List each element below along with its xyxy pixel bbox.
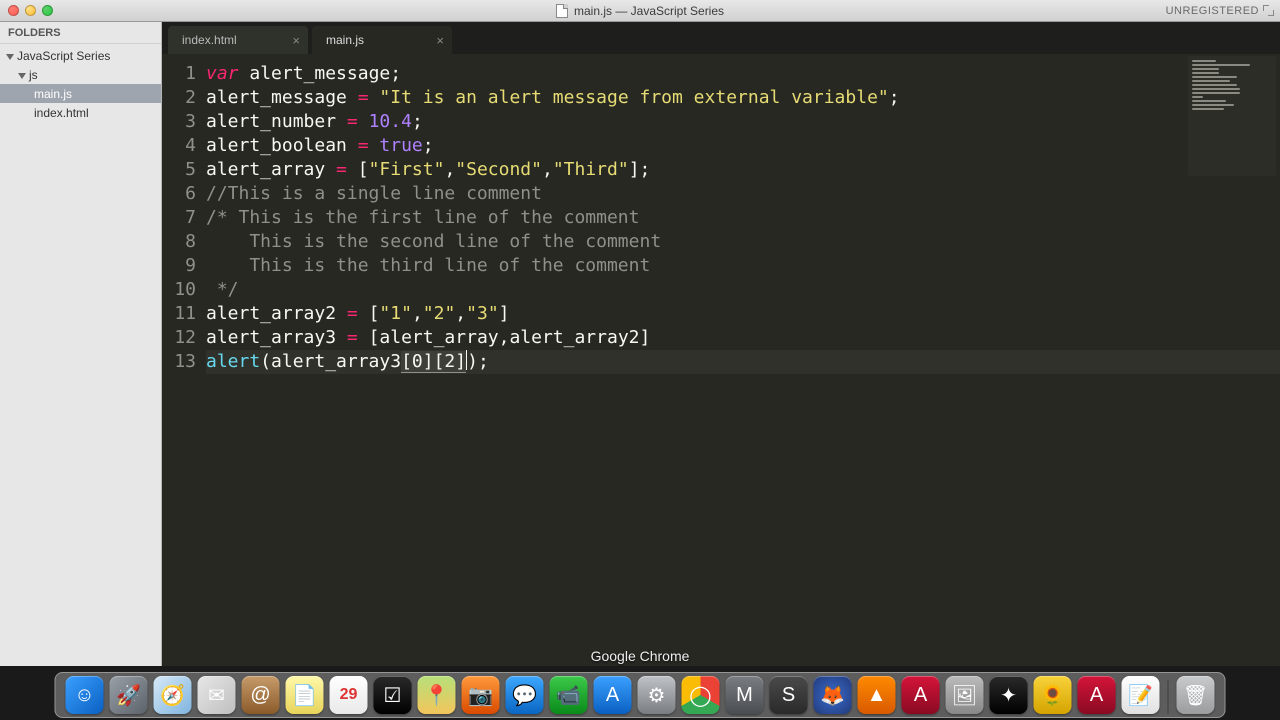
window-title: main.js — JavaScript Series xyxy=(556,4,724,18)
line-number-gutter: 12345678910111213 xyxy=(162,54,206,666)
dock-item-contacts[interactable]: @ xyxy=(242,676,280,714)
dock-item-readerA[interactable]: A xyxy=(902,676,940,714)
dock-area: Google Chrome ☺🚀🧭✉@📄29☑📍📷💬📹A⚙◯MS🦊▲A🖼✦🌻A📝… xyxy=(0,666,1280,720)
dock-item-settings[interactable]: ⚙ xyxy=(638,676,676,714)
traffic-lights xyxy=(8,5,53,16)
tree-label: js xyxy=(29,68,38,82)
minimize-window-button[interactable] xyxy=(25,5,36,16)
dock-item-reminders[interactable]: ☑ xyxy=(374,676,412,714)
dock-item-photobooth[interactable]: 📷 xyxy=(462,676,500,714)
close-icon[interactable]: × xyxy=(292,33,300,48)
tree-file-indexhtml[interactable]: index.html xyxy=(0,103,161,122)
code-content[interactable]: var alert_message;alert_message = "It is… xyxy=(206,54,1280,666)
dock-item-maps[interactable]: 📍 xyxy=(418,676,456,714)
dock-item-appstore[interactable]: A xyxy=(594,676,632,714)
dock-item-photos[interactable]: 🖼 xyxy=(946,676,984,714)
tree-folder-root[interactable]: JavaScript Series xyxy=(0,46,161,65)
tree-folder-js[interactable]: js xyxy=(0,65,161,84)
tree-file-mainjs[interactable]: main.js xyxy=(0,84,161,103)
disclosure-triangle-icon[interactable] xyxy=(18,73,26,79)
window-titlebar: main.js — JavaScript Series UNREGISTERED xyxy=(0,0,1280,22)
dock-item-calendar[interactable]: 29 xyxy=(330,676,368,714)
tab-mainjs[interactable]: main.js × xyxy=(312,26,452,54)
dock-item-launchpad[interactable]: 🚀 xyxy=(110,676,148,714)
dock-tooltip: Google Chrome xyxy=(591,648,690,664)
registration-badge: UNREGISTERED xyxy=(1166,5,1274,17)
dock-item-finder[interactable]: ☺ xyxy=(66,676,104,714)
dock-item-iphoto[interactable]: 🌻 xyxy=(1034,676,1072,714)
dock-item-firefox[interactable]: 🦊 xyxy=(814,676,852,714)
tree-label: index.html xyxy=(34,106,89,120)
document-icon xyxy=(556,4,568,18)
dock-item-textedit[interactable]: 📝 xyxy=(1122,676,1160,714)
dock-item-readerB[interactable]: A xyxy=(1078,676,1116,714)
sidebar-heading: FOLDERS xyxy=(0,22,161,44)
dock-item-imovie[interactable]: ✦ xyxy=(990,676,1028,714)
tab-label: index.html xyxy=(182,33,237,47)
dock-item-sublime[interactable]: S xyxy=(770,676,808,714)
disclosure-triangle-icon[interactable] xyxy=(6,54,14,60)
tree-label: JavaScript Series xyxy=(17,49,110,63)
dock-item-trash[interactable]: 🗑 xyxy=(1177,676,1215,714)
fullscreen-icon[interactable] xyxy=(1263,5,1274,16)
editor-area: index.html × main.js × 12345678910111213… xyxy=(162,22,1280,666)
tree-label: main.js xyxy=(34,87,72,101)
minimap[interactable] xyxy=(1188,56,1276,176)
dock-item-mamp[interactable]: M xyxy=(726,676,764,714)
folder-tree: JavaScript Series js main.js index.html xyxy=(0,44,161,122)
sidebar: FOLDERS JavaScript Series js main.js ind… xyxy=(0,22,162,666)
dock-item-vlc[interactable]: ▲ xyxy=(858,676,896,714)
tab-indexhtml[interactable]: index.html × xyxy=(168,26,308,54)
tab-bar: index.html × main.js × xyxy=(162,22,1280,54)
dock-item-chrome[interactable]: ◯ xyxy=(682,676,720,714)
close-window-button[interactable] xyxy=(8,5,19,16)
dock: ☺🚀🧭✉@📄29☑📍📷💬📹A⚙◯MS🦊▲A🖼✦🌻A📝🗑 xyxy=(55,672,1226,718)
dock-item-facetime[interactable]: 📹 xyxy=(550,676,588,714)
dock-item-safari[interactable]: 🧭 xyxy=(154,676,192,714)
registration-text: UNREGISTERED xyxy=(1166,5,1259,17)
close-icon[interactable]: × xyxy=(436,33,444,48)
dock-item-mail[interactable]: ✉ xyxy=(198,676,236,714)
dock-item-messages[interactable]: 💬 xyxy=(506,676,544,714)
zoom-window-button[interactable] xyxy=(42,5,53,16)
code-editor[interactable]: 12345678910111213 var alert_message;aler… xyxy=(162,54,1280,666)
window-title-text: main.js — JavaScript Series xyxy=(574,4,724,18)
dock-item-notes[interactable]: 📄 xyxy=(286,676,324,714)
tab-label: main.js xyxy=(326,33,364,47)
